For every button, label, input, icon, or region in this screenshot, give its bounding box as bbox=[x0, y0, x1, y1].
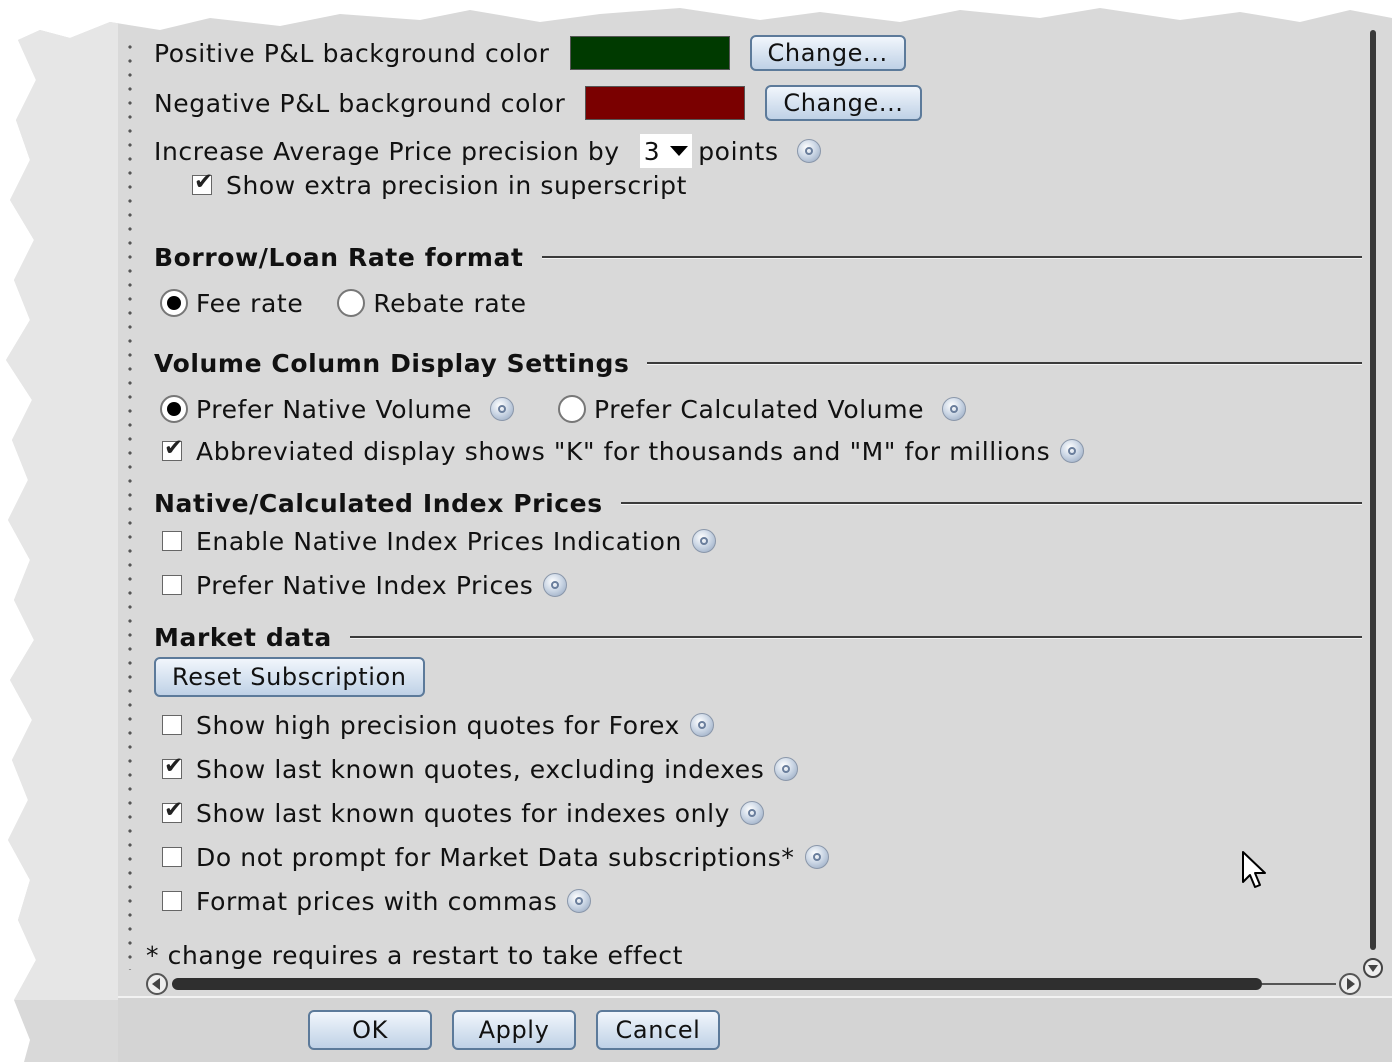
cancel-button[interactable]: Cancel bbox=[596, 1010, 720, 1050]
dotted-tree-line bbox=[128, 40, 132, 970]
vertical-scrollbar[interactable] bbox=[1363, 30, 1383, 978]
superscript-checkbox[interactable] bbox=[192, 169, 214, 195]
horizontal-scroll-thumb[interactable] bbox=[172, 978, 1262, 990]
help-icon[interactable] bbox=[490, 397, 515, 421]
scroll-down-icon[interactable] bbox=[1363, 958, 1383, 978]
superscript-label: Show extra precision in superscript bbox=[226, 170, 688, 200]
help-icon[interactable] bbox=[1060, 439, 1085, 463]
section-divider bbox=[349, 636, 1362, 638]
negative-pnl-row: Negative P&L background color Change... bbox=[154, 85, 922, 121]
index-section-header: Native/Calculated Index Prices bbox=[154, 486, 1362, 520]
help-icon[interactable] bbox=[689, 713, 714, 737]
enable-native-index-label: Enable Native Index Prices Indication bbox=[196, 526, 682, 556]
help-icon[interactable] bbox=[567, 889, 592, 913]
ok-button[interactable]: OK bbox=[308, 1010, 432, 1050]
index-heading: Native/Calculated Index Prices bbox=[154, 488, 603, 518]
no-prompt-subscriptions-checkbox[interactable] bbox=[162, 847, 182, 867]
prefer-native-index-row: Prefer Native Index Prices bbox=[162, 568, 568, 602]
superscript-row: Show extra precision in superscript bbox=[192, 168, 687, 202]
rebate-rate-label: Rebate rate bbox=[373, 288, 527, 318]
enable-native-index-row: Enable Native Index Prices Indication bbox=[162, 524, 716, 558]
last-known-quotes-excluding-indexes-checkbox[interactable] bbox=[162, 753, 184, 779]
format-prices-commas-label: Format prices with commas bbox=[196, 886, 558, 916]
settings-content: Positive P&L background color Change... … bbox=[140, 8, 1362, 975]
horizontal-scroll-track bbox=[1262, 983, 1336, 985]
help-icon[interactable] bbox=[543, 573, 568, 597]
prefer-native-index-label: Prefer Native Index Prices bbox=[196, 570, 534, 600]
market-item-last-known-excl: Show last known quotes, excluding indexe… bbox=[162, 752, 799, 786]
volume-options-row: Prefer Native Volume Prefer Calculated V… bbox=[160, 392, 967, 426]
help-icon[interactable] bbox=[804, 845, 829, 869]
last-known-quotes-indexes-only-checkbox[interactable] bbox=[162, 797, 184, 823]
scroll-left-icon[interactable] bbox=[146, 973, 168, 995]
precision-value: 3 bbox=[643, 136, 661, 166]
help-icon[interactable] bbox=[740, 801, 765, 825]
prefer-native-index-checkbox[interactable] bbox=[162, 575, 182, 595]
borrow-heading: Borrow/Loan Rate format bbox=[154, 242, 524, 272]
positive-pnl-change-button[interactable]: Change... bbox=[749, 35, 906, 71]
prefer-calculated-volume-label: Prefer Calculated Volume bbox=[594, 394, 925, 424]
high-precision-forex-label: Show high precision quotes for Forex bbox=[196, 710, 680, 740]
fee-rate-radio[interactable] bbox=[160, 289, 188, 317]
horizontal-scrollbar[interactable] bbox=[146, 972, 1361, 996]
section-divider bbox=[620, 502, 1362, 504]
abbreviated-label: Abbreviated display shows "K" for thousa… bbox=[196, 436, 1051, 466]
positive-pnl-color-swatch bbox=[569, 36, 730, 70]
last-known-quotes-excluding-indexes-label: Show last known quotes, excluding indexe… bbox=[196, 754, 765, 784]
section-divider bbox=[541, 256, 1362, 258]
apply-button[interactable]: Apply bbox=[452, 1010, 576, 1050]
enable-native-index-checkbox[interactable] bbox=[162, 531, 182, 551]
mouse-pointer-icon bbox=[1242, 851, 1266, 888]
section-divider bbox=[647, 362, 1362, 364]
fee-rate-label: Fee rate bbox=[196, 288, 304, 318]
help-icon[interactable] bbox=[796, 139, 821, 163]
dropdown-arrow-icon bbox=[670, 146, 689, 156]
negative-pnl-change-button[interactable]: Change... bbox=[765, 85, 922, 121]
volume-section-header: Volume Column Display Settings bbox=[154, 346, 1362, 380]
help-icon[interactable] bbox=[774, 757, 799, 781]
reset-subscription-row: Reset Subscription bbox=[154, 657, 425, 697]
market-section-header: Market data bbox=[154, 620, 1362, 654]
high-precision-forex-checkbox[interactable] bbox=[162, 715, 182, 735]
positive-pnl-row: Positive P&L background color Change... bbox=[154, 35, 906, 71]
abbreviated-row: Abbreviated display shows "K" for thousa… bbox=[162, 434, 1085, 468]
market-item-last-known-indexes: Show last known quotes for indexes only bbox=[162, 796, 765, 830]
format-prices-commas-checkbox[interactable] bbox=[162, 891, 182, 911]
precision-row: Increase Average Price precision by 3 po… bbox=[154, 134, 821, 168]
precision-suffix-label: points bbox=[698, 136, 779, 166]
settings-panel: Positive P&L background color Change... … bbox=[6, 8, 1392, 1062]
precision-prefix-label: Increase Average Price precision by bbox=[154, 136, 620, 166]
help-icon[interactable] bbox=[942, 397, 967, 421]
market-heading: Market data bbox=[154, 622, 332, 652]
precision-dropdown[interactable]: 3 bbox=[639, 134, 693, 168]
prefer-native-volume-radio[interactable] bbox=[160, 395, 188, 423]
borrow-options-row: Fee rate Rebate rate bbox=[160, 286, 527, 320]
restart-note: * change requires a restart to take effe… bbox=[146, 938, 683, 972]
no-prompt-subscriptions-label: Do not prompt for Market Data subscripti… bbox=[196, 842, 795, 872]
prefer-calculated-volume-radio[interactable] bbox=[558, 395, 587, 423]
market-item-forex: Show high precision quotes for Forex bbox=[162, 708, 714, 742]
reset-subscription-button[interactable]: Reset Subscription bbox=[154, 657, 425, 697]
help-icon[interactable] bbox=[691, 529, 716, 553]
dialog-footer: OK Apply Cancel bbox=[118, 996, 1392, 1062]
rebate-rate-radio[interactable] bbox=[337, 289, 366, 317]
prefer-native-volume-label: Prefer Native Volume bbox=[196, 394, 473, 424]
vertical-scroll-thumb[interactable] bbox=[1370, 30, 1376, 950]
restart-note-text: * change requires a restart to take effe… bbox=[146, 940, 683, 970]
negative-pnl-label: Negative P&L background color bbox=[154, 88, 566, 118]
market-item-no-prompt: Do not prompt for Market Data subscripti… bbox=[162, 840, 829, 874]
borrow-section-header: Borrow/Loan Rate format bbox=[154, 240, 1362, 274]
last-known-quotes-indexes-only-label: Show last known quotes for indexes only bbox=[196, 798, 731, 828]
positive-pnl-label: Positive P&L background color bbox=[154, 38, 550, 68]
negative-pnl-color-swatch bbox=[585, 86, 746, 120]
market-item-commas: Format prices with commas bbox=[162, 884, 592, 918]
left-sidebar bbox=[6, 8, 118, 1000]
scroll-right-icon[interactable] bbox=[1339, 973, 1361, 995]
abbreviated-checkbox[interactable] bbox=[162, 435, 184, 461]
volume-heading: Volume Column Display Settings bbox=[154, 348, 630, 378]
